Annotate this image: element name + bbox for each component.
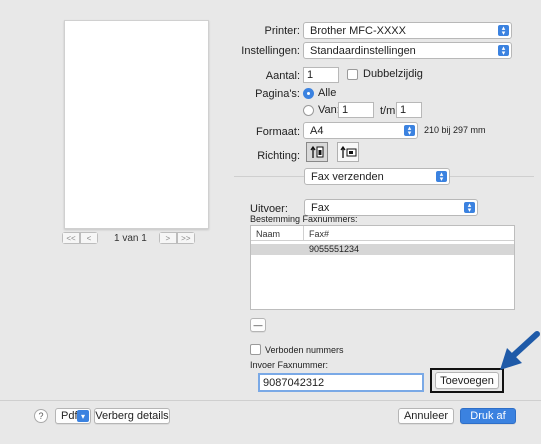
next-page-button[interactable]: > — [158, 232, 177, 244]
settings-label: Instellingen: — [241, 45, 300, 57]
footer-divider — [0, 400, 541, 401]
printer-value: Brother MFC-XXXX — [310, 24, 406, 37]
pages-all-option[interactable]: Alle — [303, 87, 336, 99]
paper-size-text: 210 bij 297 mm — [424, 125, 486, 135]
pages-range-radio[interactable] — [303, 104, 314, 116]
chevron-updown-icon: ▴ ▾ — [498, 25, 509, 37]
fax-number-label: Invoer Faxnummer: — [250, 360, 329, 370]
pages-all-label: Alle — [318, 87, 337, 99]
first-page-button[interactable]: << — [62, 232, 80, 244]
destinations-table[interactable]: Naam Fax# 9055551234 — [250, 225, 515, 310]
chevron-updown-icon: ▴ ▾ — [464, 202, 475, 214]
callout-arrow-icon — [500, 331, 540, 370]
pager-forward-group: > >> — [158, 232, 195, 244]
header-divider — [251, 240, 514, 241]
destinations-label: Bestemming Faxnummers: — [250, 214, 358, 224]
pages-all-radio[interactable] — [303, 87, 314, 99]
blocked-numbers-option[interactable]: Verboden nummers — [250, 344, 344, 355]
format-label: Formaat: — [255, 126, 300, 138]
table-row[interactable]: 9055551234 — [251, 244, 514, 255]
chevron-down-icon: ▾ — [77, 410, 89, 422]
pdf-menu-button[interactable]: Pdf ▾ — [55, 408, 91, 424]
fax-number-input[interactable]: 9087042312 — [258, 373, 424, 392]
orientation-label: Richting: — [257, 150, 300, 162]
section-menu-value: Fax verzenden — [311, 170, 384, 183]
duplex-option[interactable]: Dubbelzijdig — [347, 68, 423, 80]
format-select[interactable]: A4 ▴ ▾ — [303, 122, 418, 139]
blocked-numbers-checkbox[interactable] — [250, 344, 261, 355]
add-button[interactable]: Toevoegen — [435, 372, 499, 389]
copies-label: Aantal: — [265, 70, 300, 82]
chevron-updown-icon: ▴ ▾ — [404, 125, 415, 137]
remove-number-button[interactable]: — — [250, 318, 266, 332]
settings-select[interactable]: Standaardinstellingen ▴ ▾ — [303, 42, 512, 59]
landscape-orientation-button[interactable] — [337, 142, 359, 162]
column-header-name: Naam — [256, 229, 281, 239]
portrait-orientation-button[interactable] — [306, 142, 328, 162]
hide-details-button[interactable]: Verberg details — [94, 408, 170, 424]
duplex-label: Dubbelzijdig — [363, 68, 423, 80]
output-value: Fax — [311, 201, 330, 214]
last-page-button[interactable]: >> — [176, 232, 195, 244]
printer-select[interactable]: Brother MFC-XXXX ▴ ▾ — [303, 22, 512, 39]
copies-input[interactable]: 1 — [303, 67, 339, 83]
pager-back-group: << < — [62, 232, 98, 244]
format-value: A4 — [310, 124, 324, 137]
pages-label: Pagina's: — [255, 88, 300, 100]
help-button[interactable]: ? — [34, 409, 48, 423]
row-fax: 9055551234 — [309, 244, 360, 254]
preview-pager: << < 1 van 1 > >> — [62, 231, 195, 245]
print-preview — [64, 20, 209, 229]
duplex-checkbox[interactable] — [347, 68, 358, 80]
column-header-fax: Fax# — [309, 229, 330, 239]
blocked-numbers-label: Verboden nummers — [265, 344, 344, 355]
printer-label: Printer: — [264, 25, 300, 37]
print-button[interactable]: Druk af — [460, 408, 516, 424]
section-menu-select[interactable]: Fax verzenden ▴ ▾ — [304, 168, 450, 185]
chevron-updown-icon: ▴ ▾ — [436, 171, 447, 183]
landscape-orientation-icon — [340, 145, 357, 158]
pages-to-input[interactable]: 1 — [396, 102, 422, 118]
pages-range-option[interactable]: Van: — [303, 104, 340, 116]
pdf-label: Pdf — [61, 410, 78, 422]
pages-from-input[interactable]: 1 — [338, 102, 374, 118]
settings-value: Standaardinstellingen — [310, 44, 416, 57]
prev-page-button[interactable]: < — [80, 232, 98, 244]
column-divider — [303, 226, 304, 241]
page-indicator: 1 van 1 — [114, 232, 147, 244]
portrait-orientation-icon — [310, 145, 324, 158]
cancel-button[interactable]: Annuleer — [398, 408, 454, 424]
chevron-updown-icon: ▴ ▾ — [498, 45, 509, 57]
pages-from-label: Van: — [318, 104, 340, 116]
